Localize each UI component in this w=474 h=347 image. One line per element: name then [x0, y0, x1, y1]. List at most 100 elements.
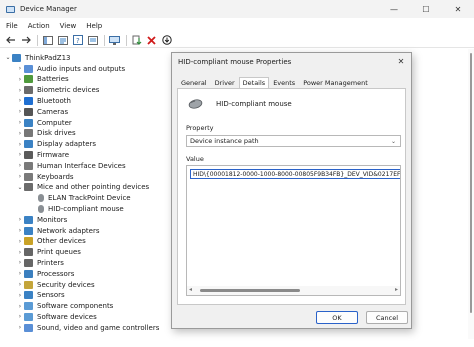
mouse-icon [24, 183, 33, 192]
security-icon [24, 280, 33, 289]
chevron-right-icon[interactable]: › [16, 108, 24, 115]
tree-category-item[interactable]: › Processors [16, 268, 74, 279]
show-hide-console-tree-icon[interactable] [41, 34, 54, 46]
tree-category-item[interactable]: › Sensors [16, 290, 65, 301]
close-button[interactable]: ✕ [442, 0, 474, 18]
tree-category-item[interactable]: › Biometric devices [16, 85, 99, 96]
chevron-right-icon[interactable]: › [16, 303, 24, 310]
forward-icon[interactable] [19, 34, 32, 46]
value-list[interactable]: HID\{00001812-0000-1000-8000-00805F9B34F… [186, 165, 401, 296]
tree-category-label: Display adapters [37, 140, 97, 149]
scroll-left-icon[interactable]: ◂ [189, 286, 192, 293]
menu-action[interactable]: Action [28, 22, 50, 30]
property-label: Property [186, 124, 214, 132]
tree-category-item[interactable]: › Printers [16, 257, 64, 268]
ok-button[interactable]: OK [316, 311, 358, 324]
tree-category-item[interactable]: › Firmware [16, 149, 69, 160]
tab-details[interactable]: Details [238, 77, 270, 88]
tree-category-item[interactable]: › Security devices [16, 279, 95, 290]
scroll-right-icon[interactable]: ▸ [395, 286, 398, 293]
tree-category-item[interactable]: › Display adapters [16, 139, 96, 150]
chevron-right-icon[interactable]: › [16, 87, 24, 94]
chevron-right-icon[interactable]: › [16, 97, 24, 104]
show-hidden-icon[interactable] [86, 34, 99, 46]
tree-category-item[interactable]: ⌄ Mice and other pointing devices [16, 182, 149, 193]
minimize-button[interactable]: — [378, 0, 410, 18]
properties-icon[interactable] [56, 34, 69, 46]
chevron-right-icon[interactable]: › [16, 292, 24, 299]
tree-category-item[interactable]: › Bluetooth [16, 95, 71, 106]
network-icon [24, 226, 33, 235]
tree-device-item[interactable]: ELAN TrackPoint Device [38, 193, 131, 204]
chevron-right-icon[interactable]: › [16, 173, 24, 180]
tree-root-label: ThinkPadZ13 [25, 53, 71, 62]
chevron-right-icon[interactable]: › [16, 141, 24, 148]
tree-category-item[interactable]: › Cameras [16, 106, 68, 117]
scan-hardware-icon[interactable] [108, 34, 121, 46]
chevron-right-icon[interactable]: › [16, 65, 24, 72]
tree-category-item[interactable]: › Monitors [16, 214, 67, 225]
tree-category-label: Processors [37, 269, 75, 278]
component-icon [24, 302, 33, 311]
tree-category-label: Software devices [37, 312, 97, 321]
tree-category-item[interactable]: › Computer [16, 117, 72, 128]
chevron-right-icon[interactable]: › [16, 270, 24, 277]
maximize-button[interactable]: ☐ [410, 0, 442, 18]
tree-category-item[interactable]: › Sound, video and game controllers [16, 322, 159, 333]
chevron-right-icon[interactable]: › [16, 119, 24, 126]
mouse-icon [38, 194, 44, 203]
property-select[interactable]: Device instance path ⌄ [186, 135, 401, 147]
uninstall-device-icon[interactable] [145, 34, 158, 46]
chevron-right-icon[interactable]: › [16, 227, 24, 234]
update-driver-icon[interactable] [130, 34, 143, 46]
vertical-scrollbar[interactable] [468, 49, 474, 339]
tab-events[interactable]: Events [269, 77, 299, 88]
tree-root[interactable]: ⌄ ThinkPadZ13 [4, 52, 71, 63]
chevron-right-icon[interactable]: › [16, 162, 24, 169]
tree-category-item[interactable]: › Software components [16, 301, 113, 312]
chevron-right-icon[interactable]: › [16, 313, 24, 320]
tree-category-item[interactable]: › Human Interface Devices [16, 160, 126, 171]
chevron-right-icon[interactable]: › [16, 259, 24, 266]
tree-category-item[interactable]: › Other devices [16, 236, 86, 247]
tree-category-item[interactable]: › Network adapters [16, 225, 100, 236]
speaker-icon [24, 64, 33, 73]
menu-help[interactable]: Help [86, 22, 102, 30]
tree-category-item[interactable]: › Print queues [16, 247, 81, 258]
chevron-right-icon[interactable]: › [16, 324, 24, 331]
tree-category-label: Firmware [37, 150, 70, 159]
chevron-right-icon[interactable]: › [16, 238, 24, 245]
chevron-right-icon[interactable]: › [16, 281, 24, 288]
help-icon[interactable]: ? [71, 34, 84, 46]
horizontal-scrollbar[interactable]: ◂ ▸ [187, 286, 400, 295]
tab-general[interactable]: General [177, 77, 211, 88]
tree-category-item[interactable]: › Keyboards [16, 171, 74, 182]
chevron-right-icon[interactable]: › [16, 216, 24, 223]
cancel-button[interactable]: Cancel [366, 311, 408, 324]
dialog-close-button[interactable]: ✕ [391, 53, 411, 70]
scrollbar-thumb[interactable] [470, 53, 472, 313]
disk-icon [24, 129, 33, 138]
value-item-selected[interactable]: HID\{00001812-0000-1000-8000-00805F9B34F… [190, 169, 400, 179]
back-icon[interactable] [4, 34, 17, 46]
chevron-right-icon[interactable]: › [16, 76, 24, 83]
tree-category-item[interactable]: › Audio inputs and outputs [16, 63, 125, 74]
menu-file[interactable]: File [6, 22, 18, 30]
chevron-right-icon[interactable]: › [16, 130, 24, 137]
tree-category-item[interactable]: › Batteries [16, 74, 69, 85]
scrollbar-thumb[interactable] [200, 289, 300, 292]
keyboard-icon [24, 172, 33, 181]
chevron-right-icon[interactable]: › [16, 249, 24, 256]
menu-view[interactable]: View [60, 22, 77, 30]
chevron-down-icon[interactable]: ⌄ [4, 54, 12, 61]
chip-icon [24, 150, 33, 159]
chevron-right-icon[interactable]: › [16, 151, 24, 158]
tree-device-item[interactable]: HID-compliant mouse [38, 203, 124, 214]
tab-power-management[interactable]: Power Management [299, 77, 372, 88]
disable-device-icon[interactable] [160, 34, 173, 46]
tree-category-item[interactable]: › Disk drives [16, 128, 76, 139]
chevron-down-icon[interactable]: ⌄ [16, 184, 24, 191]
tree-category-item[interactable]: › Software devices [16, 311, 97, 322]
toolbar-divider [104, 34, 105, 46]
tab-driver[interactable]: Driver [211, 77, 239, 88]
